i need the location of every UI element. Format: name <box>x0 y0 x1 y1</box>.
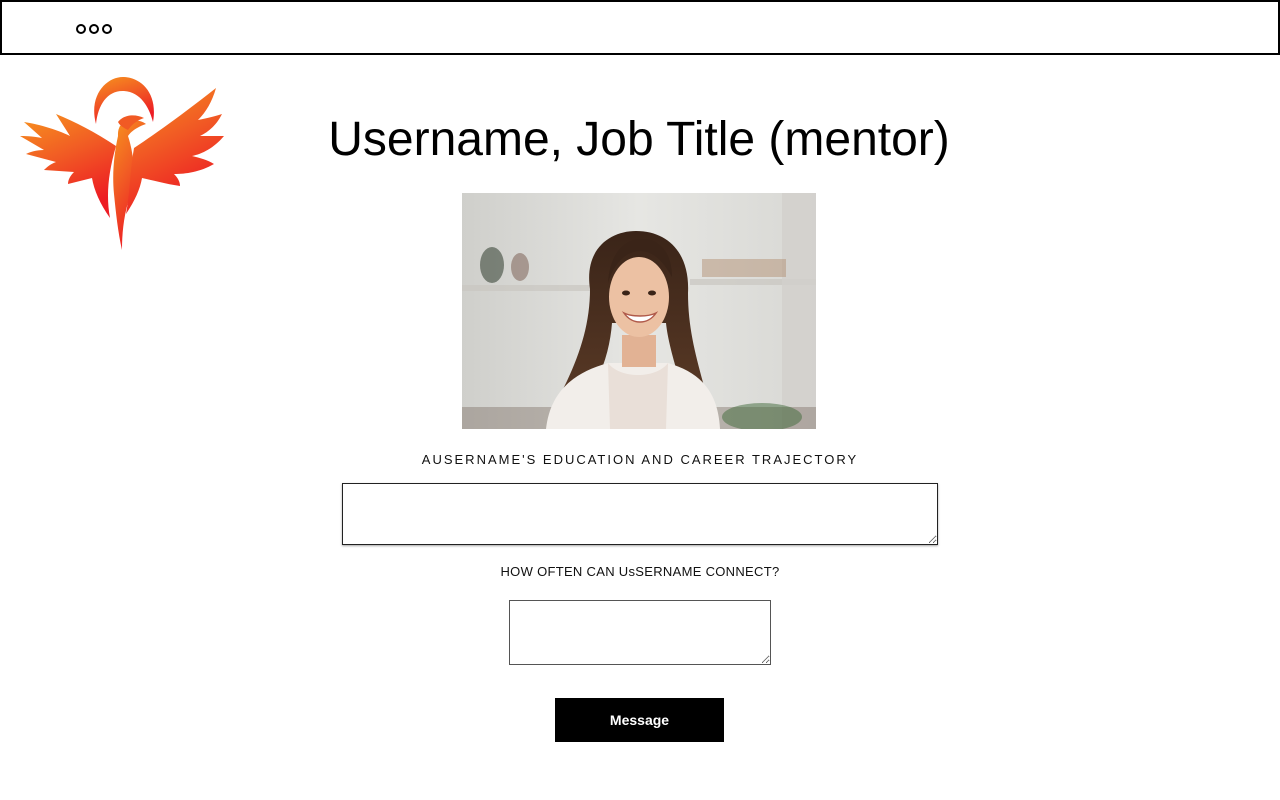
dot-icon <box>89 24 99 34</box>
more-dots-icon[interactable] <box>76 24 112 34</box>
page-title: Username, Job Title (mentor) <box>328 113 950 166</box>
top-nav-bar <box>0 0 1280 55</box>
profile-photo <box>462 193 816 429</box>
message-button[interactable]: Message <box>555 698 724 742</box>
connect-frequency-label: HOW OFTEN CAN UsSERNAME CONNECT? <box>500 564 780 579</box>
dot-icon <box>76 24 86 34</box>
dot-icon <box>102 24 112 34</box>
trajectory-label: AUSERNAME'S EDUCATION AND CAREER TRAJECT… <box>421 452 859 467</box>
connect-frequency-field[interactable] <box>509 600 771 665</box>
trajectory-field[interactable] <box>342 483 938 545</box>
